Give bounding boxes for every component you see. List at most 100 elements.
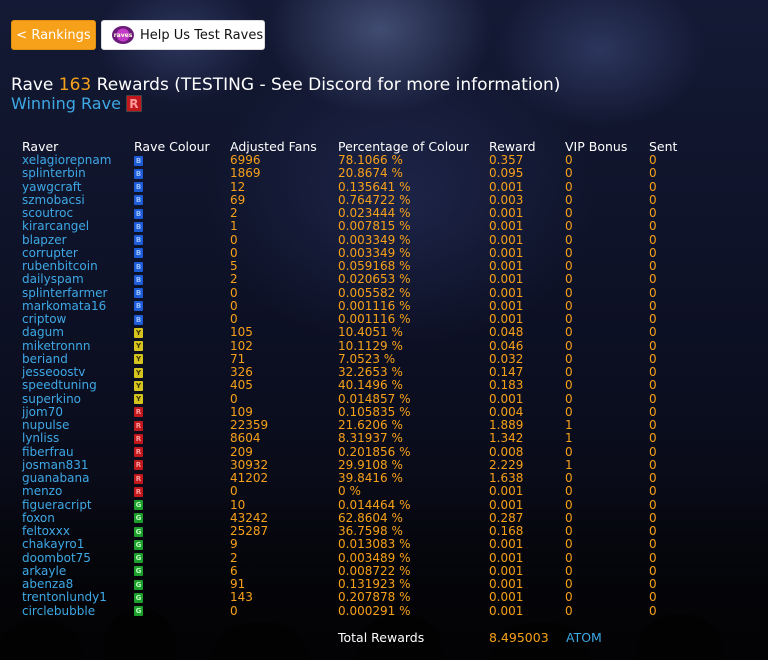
raver-name[interactable]: kirarcangel — [22, 220, 134, 233]
raver-name[interactable]: doombot75 — [22, 551, 134, 565]
table-row: blapzer B 0 0.003349 % 0.001 0 0 — [22, 233, 709, 247]
raver-name[interactable]: szmobacsi — [22, 193, 134, 207]
sent: 0 — [649, 338, 657, 353]
rave-colour-cell: B — [134, 194, 230, 207]
table-row: feltoxxx G 25287 36.7598 % 0.168 0 0 — [22, 525, 709, 538]
adjusted-fans: 1869 — [230, 166, 261, 181]
reward: 0.183 — [489, 378, 524, 393]
percentage-of-colour: 0.003489 % — [338, 550, 411, 565]
rave-colour-badge-icon: B — [134, 261, 143, 272]
raver-name[interactable]: dagum — [22, 326, 134, 339]
percentage-of-colour: 0.014464 % — [338, 497, 411, 512]
table-row: miketronnn Y 102 10.1129 % 0.046 0 0 — [22, 338, 709, 353]
help-test-raves-button[interactable]: raves Help Us Test Raves — [101, 20, 265, 50]
adjusted-fans: 0 — [230, 285, 238, 300]
reward: 0.032 — [489, 351, 524, 366]
raver-name[interactable]: jesseoostv — [22, 366, 134, 379]
reward: 2.229 — [489, 457, 524, 472]
adjusted-fans: 25287 — [230, 524, 269, 539]
adjusted-fans: 209 — [230, 444, 253, 459]
percentage-of-colour: 0.201856 % — [338, 444, 411, 459]
rave-colour-badge-icon: B — [134, 248, 143, 259]
raver-name[interactable]: feltoxxx — [22, 525, 134, 538]
raver-name[interactable]: lynliss — [22, 432, 134, 445]
percentage-of-colour: 0.001116 % — [338, 298, 411, 313]
adjusted-fans: 2 — [230, 272, 238, 287]
raver-name[interactable]: xelagiorepnam — [22, 154, 134, 167]
adjusted-fans: 102 — [230, 338, 253, 353]
rave-colour-cell: B — [134, 300, 230, 313]
raver-name[interactable]: rubenbitcoin — [22, 260, 134, 273]
vip-bonus: 0 — [565, 497, 573, 512]
raver-name[interactable]: blapzer — [22, 233, 134, 247]
rave-colour-badge-icon: Y — [134, 367, 143, 378]
rave-colour-cell: B — [134, 287, 230, 300]
percentage-of-colour: 0.020653 % — [338, 272, 411, 287]
raver-name[interactable]: miketronnn — [22, 339, 134, 353]
raver-name[interactable]: scoutroc — [22, 207, 134, 220]
rave-colour-badge-icon: B — [134, 168, 143, 179]
rave-colour-cell: Y — [134, 393, 230, 406]
raver-name[interactable]: speedtuning — [22, 379, 134, 392]
vip-bonus: 0 — [565, 603, 573, 618]
percentage-of-colour: 32.2653 % — [338, 365, 403, 380]
rankings-button[interactable]: < Rankings — [11, 20, 96, 50]
reward: 0.001 — [489, 603, 524, 618]
raver-name[interactable]: markomata16 — [22, 299, 134, 313]
rave-colour-cell: B — [134, 260, 230, 273]
page-title: Rave 163 Rewards (TESTING - See Discord … — [11, 75, 560, 95]
col-header-raver: Raver — [22, 139, 59, 154]
raver-name[interactable]: foxon — [22, 511, 134, 525]
rave-colour-badge-icon: B — [134, 221, 143, 232]
adjusted-fans: 0 — [230, 298, 238, 313]
rave-colour-badge-icon: B — [134, 274, 143, 285]
raver-name[interactable]: beriand — [22, 352, 134, 366]
raver-name[interactable]: arkayle — [22, 564, 134, 578]
raver-name[interactable]: yawgcraft — [22, 180, 134, 194]
raver-name[interactable]: josman831 — [22, 458, 134, 472]
reward: 0.168 — [489, 524, 524, 539]
raver-name[interactable]: menzo — [22, 485, 134, 498]
table-row: lynliss R 8604 8.31937 % 1.342 1 0 — [22, 432, 709, 445]
percentage-of-colour: 0.013083 % — [338, 537, 411, 552]
table-row: figueracript G 10 0.014464 % 0.001 0 0 — [22, 497, 709, 512]
table-row: yawgcraft B 12 0.135641 % 0.001 0 0 — [22, 180, 709, 194]
sent: 0 — [649, 192, 657, 207]
vip-bonus: 0 — [565, 537, 573, 552]
raver-name[interactable]: superkino — [22, 392, 134, 406]
rave-colour-cell: G — [134, 578, 230, 591]
raver-name[interactable]: criptow — [22, 313, 134, 326]
raver-name[interactable]: circlebubble — [22, 604, 134, 618]
raver-name[interactable]: figueracript — [22, 498, 134, 512]
raver-name[interactable]: chakayro1 — [22, 538, 134, 551]
vip-bonus: 0 — [565, 245, 573, 260]
raver-name[interactable]: splinterbin — [22, 167, 134, 180]
reward: 0.004 — [489, 404, 524, 419]
table-row: guanabana R 41202 39.8416 % 1.638 0 0 — [22, 472, 709, 485]
raver-name[interactable]: corrupter — [22, 246, 134, 260]
rave-colour-cell: Y — [134, 340, 230, 353]
raver-name[interactable]: guanabana — [22, 472, 134, 485]
raver-name[interactable]: jjom70 — [22, 405, 134, 419]
sent: 0 — [649, 418, 657, 433]
rave-colour-cell: G — [134, 552, 230, 565]
table-row: superkino Y 0 0.014857 % 0.001 0 0 — [22, 391, 709, 406]
adjusted-fans: 5 — [230, 259, 238, 274]
rave-colour-cell: B — [134, 181, 230, 194]
percentage-of-colour: 36.7598 % — [338, 524, 403, 539]
raver-name[interactable]: fiberfrau — [22, 445, 134, 459]
raver-name[interactable]: nupulse — [22, 419, 134, 432]
percentage-of-colour: 0.008722 % — [338, 563, 411, 578]
rave-colour-cell: R — [134, 419, 230, 432]
percentage-of-colour: 10.1129 % — [338, 338, 403, 353]
raver-name[interactable]: trentonlundy1 — [22, 591, 134, 604]
sent: 0 — [649, 444, 657, 459]
rave-colour-badge-icon: G — [134, 539, 143, 550]
raver-name[interactable]: abenza8 — [22, 578, 134, 591]
raver-name[interactable]: dailyspam — [22, 273, 134, 286]
sent: 0 — [649, 577, 657, 592]
rave-colour-cell: B — [134, 207, 230, 220]
percentage-of-colour: 0.014857 % — [338, 391, 411, 406]
raver-name[interactable]: splinterfarmer — [22, 286, 134, 300]
rave-colour-cell: G — [134, 525, 230, 538]
